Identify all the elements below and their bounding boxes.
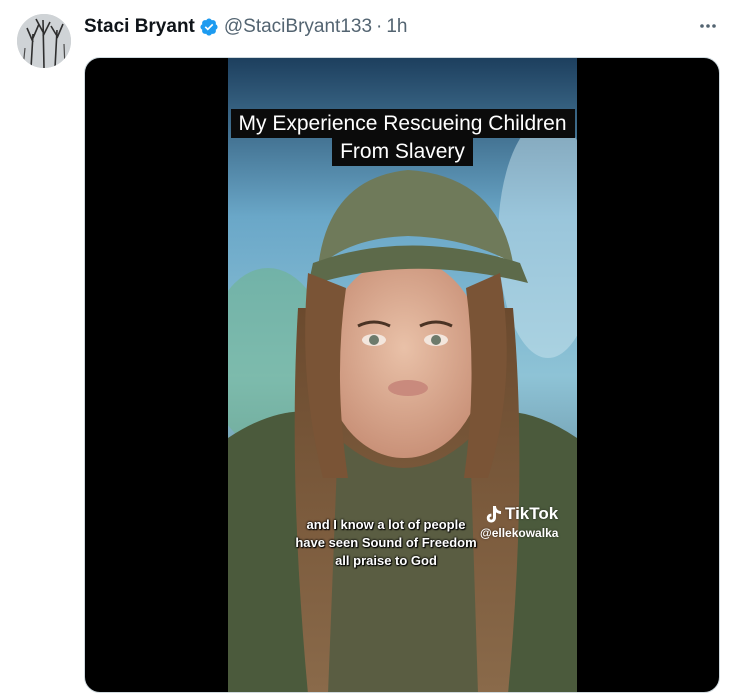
video-title-caption: My Experience Rescueing Children From Sl… [228,109,577,166]
subtitle-line: all praise to God [335,553,437,568]
tiktok-brand-text: TikTok [505,504,559,523]
more-options-icon[interactable] [696,14,720,38]
author-avatar[interactable] [17,14,71,68]
video-subtitle: and I know a lot of people have seen Sou… [286,516,486,570]
subtitle-line: have seen Sound of Freedom [295,535,477,550]
tiktok-username: @ellekowalka [480,526,559,540]
author-handle[interactable]: @StaciBryant133 [224,16,372,38]
separator-dot: · [376,16,383,37]
video-frame[interactable]: My Experience Rescueing Children From Sl… [228,58,577,692]
subtitle-line: and I know a lot of people [306,517,466,532]
tweet-header: Staci Bryant @StaciBryant133 · 1h [84,16,407,38]
tweet-timestamp[interactable]: 1h [386,16,407,38]
video-player[interactable]: My Experience Rescueing Children From Sl… [84,57,720,693]
tiktok-logo-icon [486,505,502,523]
verified-badge-icon[interactable] [199,17,219,37]
video-title-text: My Experience Rescueing Children From Sl… [230,109,575,166]
author-name[interactable]: Staci Bryant [84,16,195,38]
tiktok-watermark: TikTok @ellekowalka [480,504,559,540]
